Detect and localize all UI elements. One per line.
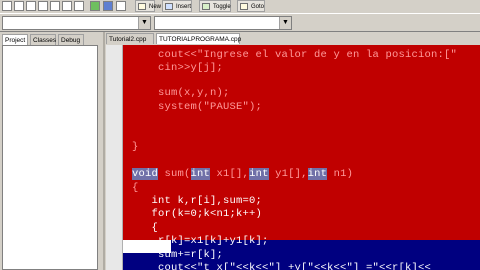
insert-icon bbox=[165, 3, 173, 10]
tab-tutorial2[interactable]: Tutorial2.cpp bbox=[106, 33, 154, 44]
help-icon[interactable] bbox=[90, 1, 100, 11]
code-text: n1) bbox=[327, 168, 354, 180]
panel-splitter[interactable] bbox=[103, 32, 105, 270]
toolbar-icon-4[interactable] bbox=[38, 1, 48, 11]
keyword: int bbox=[190, 168, 211, 180]
keyword: int bbox=[249, 168, 269, 180]
new-label: New bbox=[149, 4, 162, 10]
chevron-down-icon[interactable]: ▼ bbox=[138, 17, 150, 29]
toggle-button[interactable]: Toggle bbox=[199, 0, 231, 12]
toolbar-icon-7[interactable] bbox=[74, 1, 84, 11]
code-text: y1[], bbox=[268, 168, 308, 180]
tab-tutorialprograma[interactable]: TUTORIALPROGRAMA.cpp bbox=[156, 33, 241, 44]
code-text: x1[], bbox=[210, 168, 250, 180]
project-tree[interactable] bbox=[2, 45, 98, 270]
toggle-bookmark-icon bbox=[202, 3, 210, 10]
toolbar-icon-6[interactable] bbox=[62, 1, 72, 11]
goto-button[interactable]: Goto bbox=[237, 0, 265, 12]
code-line: r[k]=x1[k]+y1[k]; bbox=[132, 235, 269, 247]
insert-button[interactable]: Insert bbox=[162, 0, 192, 12]
info-icon[interactable] bbox=[103, 1, 113, 11]
new-file-icon bbox=[138, 3, 146, 10]
keyword: void bbox=[132, 168, 159, 180]
code-line: cout<<"t x["<<k<<"] +y["<<k<<"] ="<<r[k]… bbox=[132, 262, 432, 270]
code-line: { bbox=[132, 182, 139, 194]
tab-project[interactable]: Project bbox=[2, 34, 28, 45]
class-combo[interactable]: ▼ bbox=[2, 16, 151, 30]
toolbar-icon-2[interactable] bbox=[14, 1, 24, 11]
code-line: sum(x,y,n); bbox=[132, 87, 230, 99]
keyword: int bbox=[307, 168, 328, 180]
code-line: int k,r[i],sum=0; bbox=[132, 195, 263, 207]
code-line: cin>>y[j]; bbox=[132, 62, 224, 74]
code-line: } bbox=[132, 141, 139, 153]
code-editor[interactable]: cout<<"Ingrese el valor de y en la posic… bbox=[106, 45, 480, 270]
editor-gutter bbox=[106, 45, 123, 270]
code-line: { bbox=[132, 222, 159, 234]
new-button[interactable]: New bbox=[135, 0, 161, 12]
toggle-label: Toggle bbox=[213, 4, 231, 10]
chevron-down-icon[interactable]: ▼ bbox=[279, 17, 291, 29]
goto-label: Goto bbox=[251, 4, 265, 10]
member-combo[interactable]: ▼ bbox=[154, 16, 292, 30]
code-line: for(k=0;k<n1;k++) bbox=[132, 208, 263, 220]
main-toolbar: New Insert Toggle Goto bbox=[0, 0, 480, 14]
options-icon[interactable] bbox=[116, 1, 126, 11]
toolbar-icon-5[interactable] bbox=[50, 1, 60, 11]
tab-classes[interactable]: Classes bbox=[30, 34, 56, 45]
project-panel: Project Classes Debug bbox=[0, 32, 103, 270]
code-line: sum+=r[k]; bbox=[132, 249, 224, 261]
toolbar-icon-1[interactable] bbox=[2, 1, 12, 11]
code-line: system("PAUSE"); bbox=[132, 101, 263, 113]
class-toolbar: ▼ ▼ bbox=[0, 14, 480, 32]
function-signature-line: void sum(int x1[],int y1[],int n1) bbox=[132, 168, 353, 181]
tab-debug[interactable]: Debug bbox=[58, 34, 84, 45]
insert-label: Insert bbox=[176, 4, 192, 10]
code-line: cout<<"Ingrese el valor de y en la posic… bbox=[132, 49, 458, 61]
toolbar-icon-3[interactable] bbox=[26, 1, 36, 11]
code-text: sum( bbox=[158, 168, 191, 180]
goto-icon bbox=[240, 3, 248, 10]
